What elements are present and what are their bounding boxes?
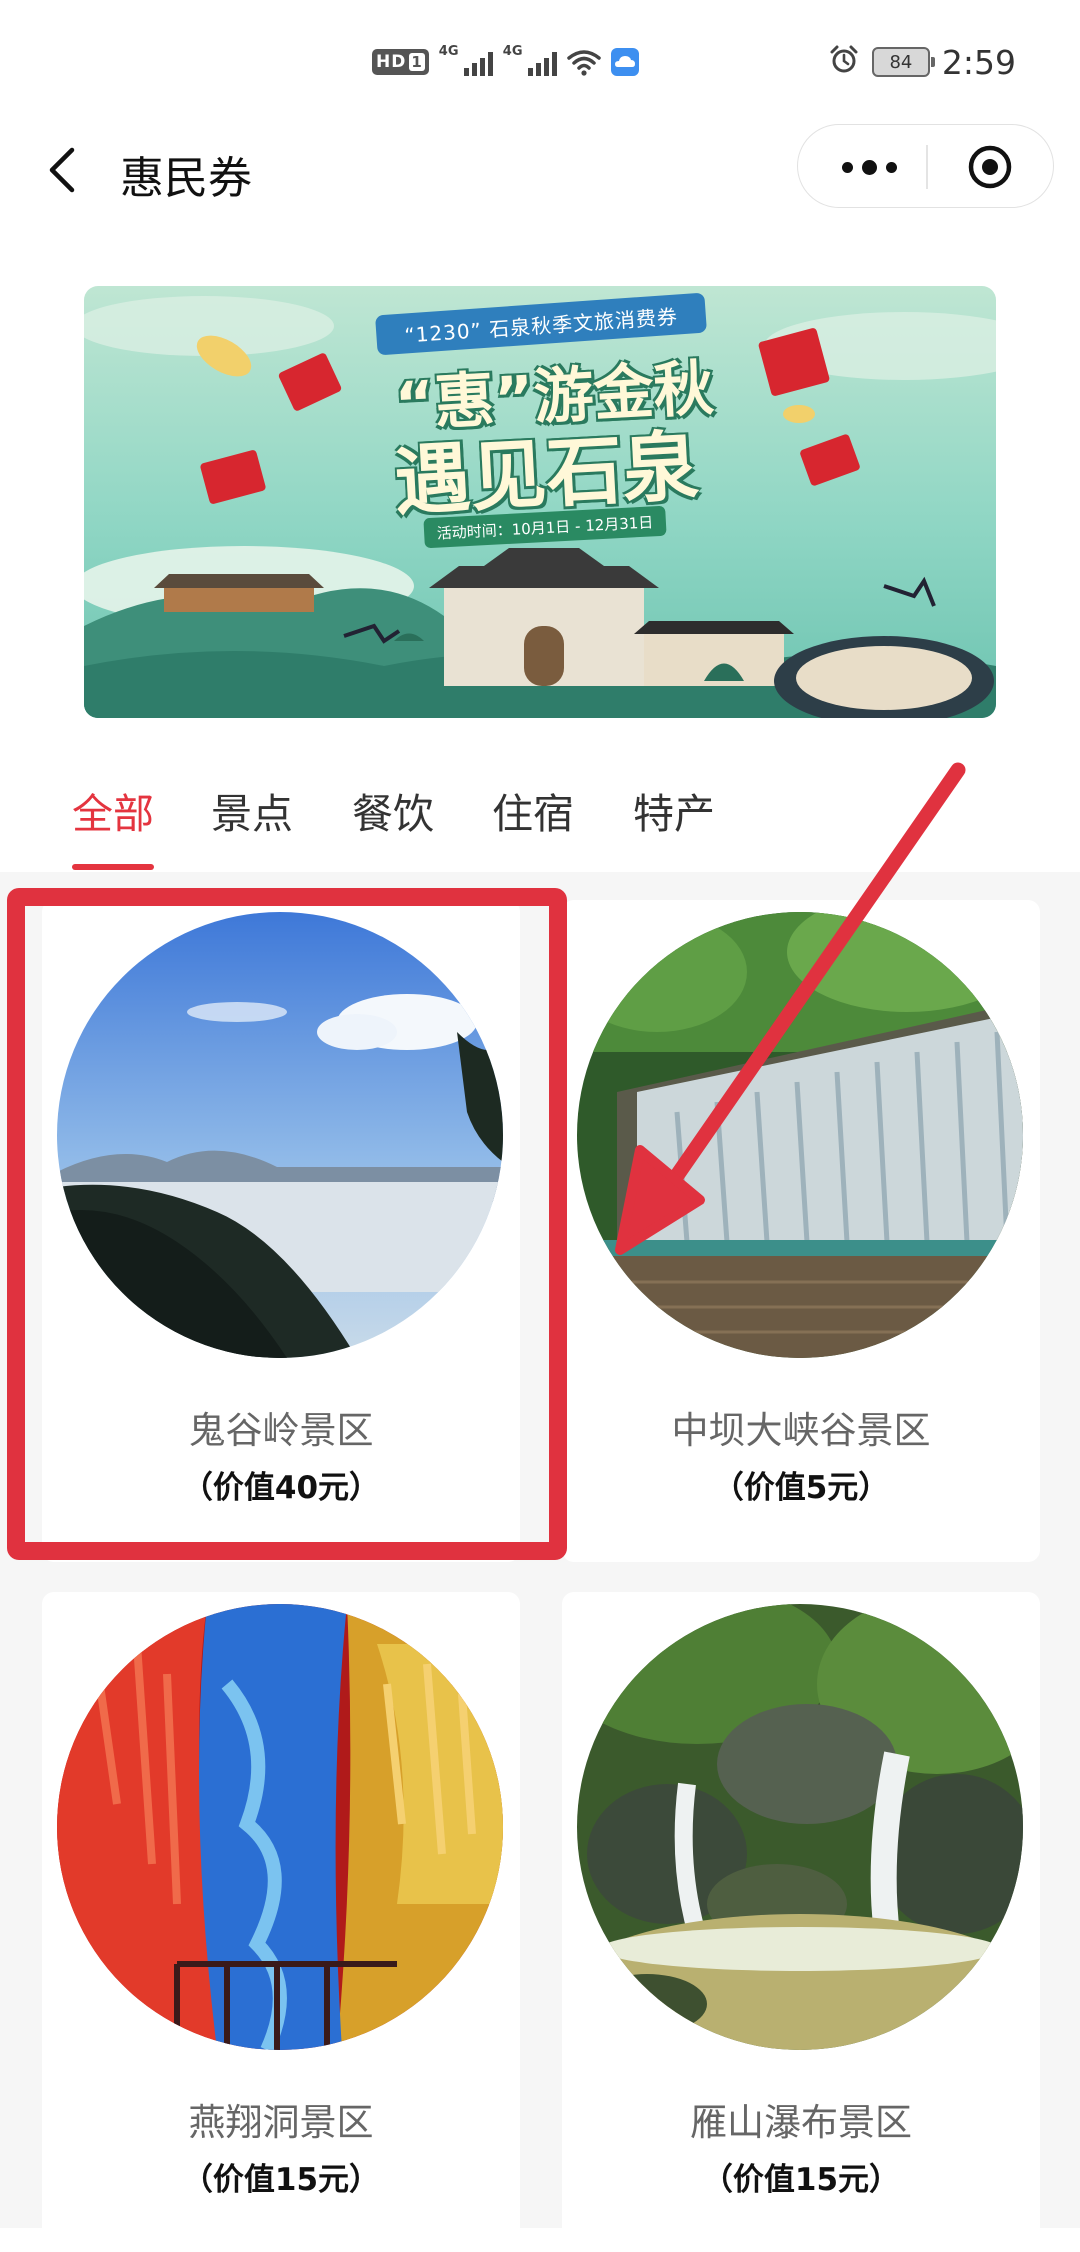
nav-bar: 惠民券 — [0, 120, 1080, 220]
coupon-card[interactable]: 中坝大峡谷景区 （价值5元） — [562, 900, 1040, 1562]
card-image-waterfall — [577, 912, 1023, 1358]
tab-dining[interactable]: 餐饮 — [352, 780, 434, 860]
card-name: 雁山瀑布景区 — [690, 2101, 912, 2144]
card-name: 中坝大峡谷景区 — [671, 1409, 931, 1452]
more-options-button[interactable] — [834, 147, 904, 187]
status-bar: HD 1 4G 4G 84 2:59 — [0, 0, 1080, 120]
miniprogram-capsule — [797, 124, 1054, 208]
tab-specialties[interactable]: 特产 — [633, 780, 715, 860]
coupon-card[interactable]: 雁山瀑布景区 （价值15元） — [562, 1592, 1040, 2252]
target-icon — [968, 145, 1012, 189]
status-right-icons: 84 2:59 — [828, 40, 1016, 84]
close-miniprogram-button[interactable] — [966, 143, 1014, 191]
active-tab-indicator — [72, 864, 154, 870]
card-name: 燕翔洞景区 — [188, 2101, 374, 2144]
card-image-cave — [57, 1604, 503, 2050]
tab-attractions[interactable]: 景点 — [211, 780, 293, 860]
banner-text: “1230” 石泉秋季文旅消费券 “惠”游金秋 遇见石泉 活动时间：10月1日 … — [84, 286, 996, 718]
highlight-annotation-box — [7, 888, 567, 1560]
card-value: （价值5元） — [712, 1470, 890, 1506]
category-tabs: 全部 景点 餐饮 住宿 特产 — [0, 780, 1080, 870]
chevron-left-icon — [49, 147, 75, 193]
card-value: （价值15元） — [701, 2162, 901, 2198]
wifi-icon — [567, 48, 601, 76]
promo-banner[interactable]: “1230” 石泉秋季文旅消费券 “惠”游金秋 遇见石泉 活动时间：10月1日 … — [84, 286, 996, 718]
card-image-forest-waterfall — [577, 1604, 1023, 2050]
card-value: （价值15元） — [181, 2162, 381, 2198]
hd-voice-badge: HD 1 — [372, 49, 429, 75]
signal-4g-icon-2: 4G — [503, 44, 557, 78]
back-button[interactable] — [36, 140, 96, 200]
coupon-card[interactable]: 燕翔洞景区 （价值15元） — [42, 1592, 520, 2252]
clock: 2:59 — [941, 42, 1016, 82]
tab-lodging[interactable]: 住宿 — [492, 780, 574, 860]
battery-icon: 84 — [871, 47, 935, 77]
status-left-icons: HD 1 4G 4G — [372, 44, 639, 80]
capsule-divider — [926, 145, 928, 189]
signal-4g-icon: 4G — [439, 44, 493, 78]
cloud-app-icon — [610, 48, 639, 76]
page-title: 惠民券 — [120, 153, 252, 204]
tab-all[interactable]: 全部 — [72, 780, 154, 860]
alarm-icon — [828, 44, 860, 80]
